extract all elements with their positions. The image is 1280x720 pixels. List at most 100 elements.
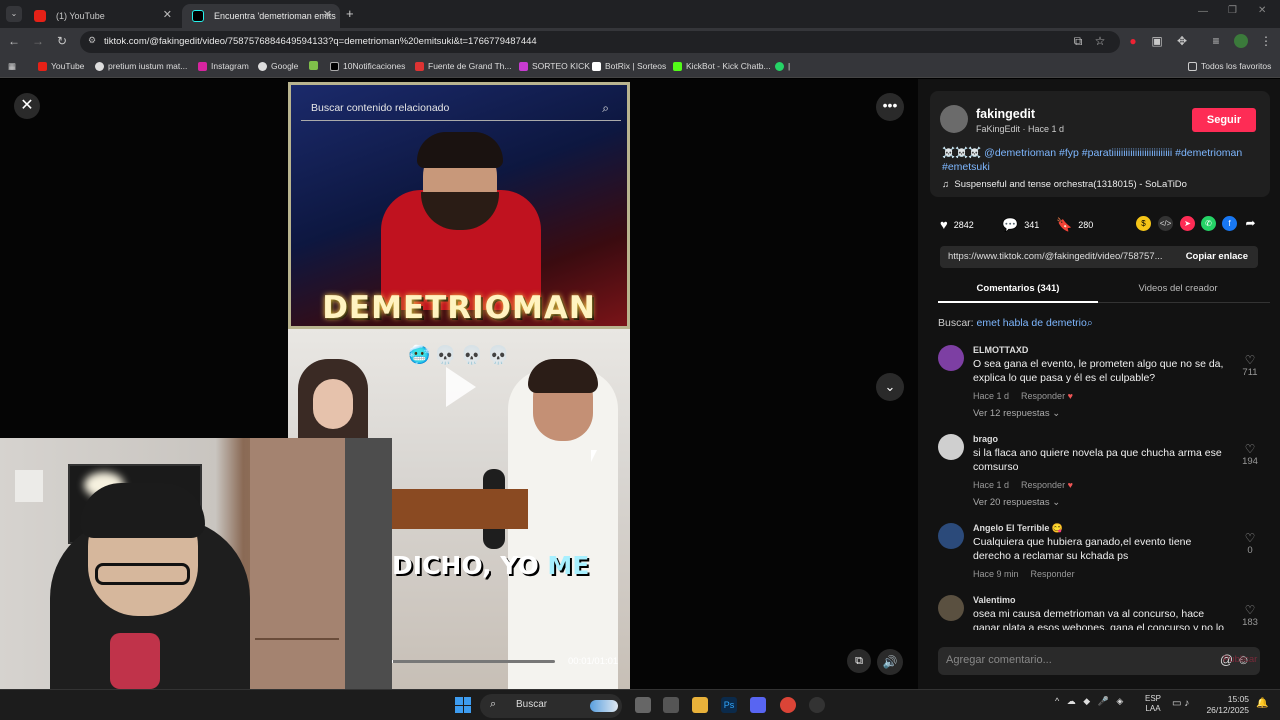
- search-icon[interactable]: ⌕: [602, 101, 609, 116]
- close-video-button[interactable]: ✕: [14, 93, 40, 119]
- bookmark-sorteo-kick[interactable]: SORTEO KICK: [519, 61, 590, 71]
- task-view-icon[interactable]: [635, 697, 651, 713]
- new-tab-button[interactable]: +: [346, 6, 354, 21]
- install-icon[interactable]: ⧉: [1070, 34, 1086, 49]
- back-icon[interactable]: ←: [6, 34, 22, 48]
- related-search-bar[interactable]: Buscar contenido relacionado ⌕: [301, 99, 621, 121]
- bookmark-youtube[interactable]: YouTube: [38, 61, 84, 71]
- address-bar[interactable]: ⚙ tiktok.com/@fakingedit/video/758757688…: [80, 31, 1120, 53]
- taskbar-search[interactable]: ⌕ Buscar: [480, 694, 622, 718]
- obs-icon[interactable]: [809, 697, 825, 713]
- comment-username[interactable]: Valentimo: [973, 595, 1016, 605]
- video-progress-bar[interactable]: [390, 660, 555, 663]
- view-replies-button[interactable]: Ver 20 respuestas ⌄: [973, 497, 1060, 508]
- media-control-icon[interactable]: ≡: [1208, 34, 1224, 48]
- caption-text: DICHO, YO: [392, 551, 539, 580]
- avatar[interactable]: [938, 434, 964, 460]
- chrome-icon[interactable]: [780, 697, 796, 713]
- apps-grid-icon[interactable]: ▦: [8, 61, 16, 72]
- music-line[interactable]: ♫ Suspenseful and tense orchestra(131801…: [942, 179, 1187, 190]
- close-tab-icon[interactable]: ✕: [323, 8, 332, 21]
- bookmark-instagram[interactable]: Instagram: [198, 61, 249, 71]
- windows-start-icon[interactable]: [455, 697, 471, 713]
- next-video-button[interactable]: ⌄: [876, 373, 904, 401]
- comment-username[interactable]: Angelo El Terrible 😋: [973, 523, 1063, 534]
- minimize-icon[interactable]: —: [1198, 6, 1208, 17]
- photoshop-icon[interactable]: Ps: [721, 697, 737, 713]
- tab-comments[interactable]: Comentarios (341): [938, 283, 1098, 294]
- send-icon[interactable]: ➤: [1180, 216, 1195, 231]
- comment-like-button[interactable]: ♡ 711: [1238, 353, 1262, 378]
- avatar[interactable]: [938, 523, 964, 549]
- extension-icon[interactable]: ▣: [1149, 34, 1165, 48]
- forward-icon[interactable]: →: [30, 34, 46, 48]
- view-replies-button[interactable]: Ver 12 respuestas ⌄: [973, 408, 1060, 419]
- bookmark-grand-theft[interactable]: Fuente de Grand Th...: [415, 61, 511, 71]
- bookmark-google[interactable]: Google: [258, 61, 298, 71]
- profile-avatar-icon[interactable]: [1233, 34, 1249, 51]
- extensions-puzzle-icon[interactable]: ✥: [1174, 34, 1190, 48]
- tab-search-dropdown-icon[interactable]: ⌄: [6, 6, 22, 22]
- comment-input[interactable]: Agregar comentario... @ ☺: [938, 647, 1260, 675]
- comment-like-button[interactable]: ♡ 0: [1238, 531, 1262, 556]
- network-volume-icons[interactable]: ▭ ♪: [1172, 698, 1189, 709]
- share-arrow-icon[interactable]: ➦: [1243, 216, 1258, 231]
- bookmark-kickbot[interactable]: KickBot - Kick Chatb...: [673, 61, 771, 71]
- bookmark-star-icon[interactable]: ☆: [1092, 34, 1108, 48]
- embed-icon[interactable]: </>: [1158, 216, 1173, 231]
- copy-link-button[interactable]: Copiar enlace: [1186, 251, 1248, 262]
- file-explorer-icon[interactable]: [692, 697, 708, 713]
- follow-button[interactable]: Seguir: [1192, 108, 1256, 132]
- coin-icon[interactable]: $: [1136, 216, 1151, 231]
- play-icon[interactable]: [446, 367, 476, 407]
- publish-button[interactable]: Publicar: [1223, 654, 1257, 665]
- all-favorites[interactable]: Todos los favoritos: [1188, 61, 1271, 71]
- clock[interactable]: 15:05 26/12/2025: [1205, 694, 1249, 716]
- comment-button[interactable]: 💬 341: [1002, 217, 1039, 233]
- bookmark-notificaciones[interactable]: 10Notificaciones: [330, 61, 405, 71]
- reply-button[interactable]: Responder: [1021, 391, 1065, 401]
- restore-icon[interactable]: ❐: [1228, 5, 1237, 16]
- save-button[interactable]: 🔖 280: [1056, 217, 1093, 233]
- comment-meta: Hace 1 d Responder ♥: [973, 480, 1073, 490]
- bookmark-botrix[interactable]: BotRix | Sorteos: [592, 61, 666, 71]
- tab-tiktok[interactable]: Encuentra 'demetrioman emits ✕: [182, 4, 340, 28]
- avatar[interactable]: [940, 105, 968, 133]
- creator-name[interactable]: fakingedit: [976, 107, 1035, 121]
- bookmark-label: YouTube: [51, 61, 85, 71]
- heart-icon: ♡: [1244, 442, 1256, 456]
- bookmark-misc-icon[interactable]: [309, 61, 318, 70]
- browser-menu-icon[interactable]: ⋮: [1258, 34, 1274, 48]
- avatar[interactable]: [938, 595, 964, 621]
- close-tab-icon[interactable]: ✕: [163, 8, 172, 21]
- bookmark-whatsapp[interactable]: |: [775, 61, 790, 71]
- facebook-icon[interactable]: f: [1222, 216, 1237, 231]
- more-options-button[interactable]: •••: [876, 93, 904, 121]
- close-window-icon[interactable]: ✕: [1258, 5, 1266, 16]
- whatsapp-icon[interactable]: ✆: [1201, 216, 1216, 231]
- avatar[interactable]: [938, 345, 964, 371]
- extension-red-icon[interactable]: ●: [1125, 34, 1141, 48]
- search-suggestion[interactable]: Buscar: emet habla de demetrio⌕: [938, 317, 1093, 330]
- bookmark-pretium[interactable]: pretium iustum mat...: [95, 61, 187, 71]
- comment-like-button[interactable]: ♡ 183: [1238, 603, 1262, 628]
- comment-like-button[interactable]: ♡ 194: [1238, 442, 1262, 467]
- site-info-icon[interactable]: ⚙: [88, 35, 96, 46]
- description-tags[interactable]: @demetrioman #fyp #paratiiiiiiiiiiiiiiii…: [942, 147, 1242, 173]
- tab-youtube[interactable]: (1) YouTube ✕: [24, 4, 180, 28]
- system-tray[interactable]: ^ ☁ ◆ 🎤 ◈: [1055, 696, 1123, 707]
- volume-button[interactable]: 🔊: [877, 649, 903, 675]
- notification-icon[interactable]: 🔔: [1256, 698, 1268, 709]
- comment-username[interactable]: ELMOTTAXD: [973, 345, 1028, 355]
- reply-button[interactable]: Responder: [1031, 569, 1075, 579]
- language-indicator[interactable]: ESP LAA: [1145, 694, 1161, 714]
- discord-icon[interactable]: [750, 697, 766, 713]
- reply-button[interactable]: Responder: [1021, 480, 1065, 490]
- tab-creator-videos[interactable]: Videos del creador: [1098, 283, 1258, 294]
- app-icon[interactable]: [663, 697, 679, 713]
- reload-icon[interactable]: ↻: [54, 34, 70, 48]
- picture-in-picture-button[interactable]: ⧉: [847, 649, 871, 673]
- comment-username[interactable]: brago: [973, 434, 998, 444]
- like-button[interactable]: ♥ 2842: [940, 217, 974, 232]
- folder-icon: [1188, 61, 1197, 71]
